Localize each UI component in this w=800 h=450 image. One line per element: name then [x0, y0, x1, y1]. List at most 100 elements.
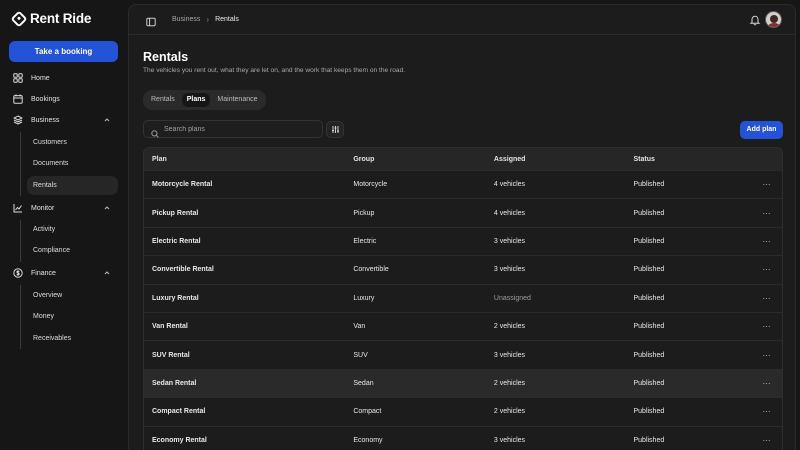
sidebar-item-monitor[interactable]: Monitor: [13, 200, 117, 216]
sidebar-item-label: Finance: [31, 269, 56, 277]
sidebar-item-documents[interactable]: Documents: [27, 154, 118, 173]
table-row[interactable]: Electric Rental Electric 3 vehicles Publish…: [144, 226, 782, 256]
filter-button[interactable]: [326, 121, 344, 138]
plan-cell: Pickup Rental: [152, 209, 199, 217]
row-actions-button[interactable]: ···: [751, 379, 782, 388]
table-row[interactable]: Economy Rental Economy 3 vehicles Published…: [144, 425, 782, 450]
table-row[interactable]: Van Rental Van 2 vehicles Published ···: [144, 311, 782, 341]
assigned-cell: 3 vehicles: [493, 351, 526, 359]
sidebar-item-money[interactable]: Money: [27, 307, 118, 326]
submenu-line: [20, 132, 21, 196]
add-plan-button[interactable]: Add plan: [740, 121, 783, 139]
sidebar-item-label: Monitor: [31, 204, 55, 212]
row-actions-button[interactable]: ···: [751, 436, 782, 445]
sidebar-item-bookings[interactable]: Bookings: [13, 91, 117, 107]
chevron-up-icon[interactable]: [103, 204, 111, 212]
bell-icon[interactable]: [749, 13, 761, 26]
table-row[interactable]: Sedan Rental Sedan 2 vehicles Published ···: [144, 368, 782, 398]
app-logo[interactable]: Rent Ride: [10, 10, 92, 27]
tab-rentals[interactable]: Rentals: [146, 93, 180, 107]
sidebar-item-overview[interactable]: Overview: [27, 286, 118, 305]
search-icon: [151, 125, 159, 138]
plan-cell: Van Rental: [152, 323, 188, 331]
assigned-cell: 3 vehicles: [493, 436, 526, 444]
search-box: [143, 120, 323, 138]
page-title: Rentals: [143, 50, 189, 64]
search-input[interactable]: [164, 125, 314, 133]
app-name: Rent Ride: [30, 11, 92, 26]
submenu-line: [20, 220, 21, 262]
row-actions-button[interactable]: ···: [751, 180, 782, 189]
plan-cell: Luxury Rental: [152, 294, 199, 302]
plan-cell: Compact Rental: [152, 408, 206, 416]
row-actions-button[interactable]: ···: [751, 351, 782, 360]
column-header-group[interactable]: Group: [347, 156, 488, 163]
chevron-right-icon: ›: [206, 15, 210, 24]
avatar[interactable]: [765, 11, 782, 28]
row-actions-button[interactable]: ···: [751, 209, 782, 218]
column-header-assigned[interactable]: Assigned: [488, 156, 628, 163]
top-bar: Business › Rentals: [129, 5, 795, 35]
plan-cell: Electric Rental: [152, 237, 201, 245]
plan-cell: Sedan Rental: [152, 379, 197, 387]
group-cell: Convertible: [353, 266, 389, 274]
column-header-plan[interactable]: Plan: [144, 156, 347, 163]
sidebar: Rent Ride Take a booking Home Bookings B…: [0, 0, 128, 450]
sidebar-item-home[interactable]: Home: [13, 70, 117, 86]
table-row[interactable]: Convertible Rental Convertible 3 vehicles P…: [144, 255, 782, 284]
assigned-cell: 2 vehicles: [493, 379, 526, 387]
sidebar-item-finance[interactable]: Finance: [13, 265, 117, 281]
breadcrumb: Business › Rentals: [172, 15, 239, 24]
group-cell: Luxury: [353, 294, 375, 302]
group-cell: Economy: [353, 436, 383, 444]
group-cell: Pickup: [353, 209, 375, 217]
table-row[interactable]: Pickup Rental Pickup 4 vehicles Published ··…: [144, 198, 782, 227]
sidebar-item-activity[interactable]: Activity: [27, 220, 118, 239]
sidebar-item-receivables[interactable]: Receivables: [27, 329, 118, 348]
row-actions-button[interactable]: ···: [751, 294, 782, 303]
group-cell: Motorcycle: [353, 181, 388, 189]
sidebar-item-customers[interactable]: Customers: [27, 133, 118, 152]
tab-group: Rentals Plans Maintenance: [143, 90, 266, 110]
group-cell: SUV: [353, 351, 368, 359]
row-actions-button[interactable]: ···: [751, 407, 782, 416]
dollar-icon: [13, 268, 23, 278]
group-cell: Electric: [353, 237, 377, 245]
sidebar-item-compliance[interactable]: Compliance: [27, 241, 118, 260]
sidebar-item-rentals[interactable]: Rentals: [27, 176, 118, 195]
main-panel: Business › Rentals Rentals The vehicles …: [128, 4, 796, 450]
breadcrumb-business[interactable]: Business: [172, 16, 200, 23]
table-row[interactable]: SUV Rental SUV 3 vehicles Published ···: [144, 340, 782, 369]
table-header: Plan Group Assigned Status: [144, 148, 782, 170]
take-booking-button[interactable]: Take a booking: [9, 41, 118, 62]
tab-maintenance[interactable]: Maintenance: [212, 93, 262, 107]
row-actions-button[interactable]: ···: [751, 237, 782, 246]
plan-cell: Convertible Rental: [152, 266, 214, 274]
assigned-cell: 3 vehicles: [493, 266, 526, 274]
breadcrumb-rentals: Rentals: [215, 16, 239, 23]
plan-cell: SUV Rental: [152, 351, 190, 359]
chevron-up-icon[interactable]: [103, 116, 111, 124]
assigned-cell: 2 vehicles: [493, 408, 526, 416]
sidebar-item-business[interactable]: Business: [13, 112, 117, 128]
column-header-status[interactable]: Status: [627, 156, 751, 163]
table-row[interactable]: Compact Rental Compact 2 vehicles Published…: [144, 397, 782, 426]
table-row[interactable]: Motorcycle Rental Motorcycle 4 vehicles Pub…: [144, 170, 782, 199]
row-actions-button[interactable]: ···: [751, 265, 782, 274]
assigned-cell: 2 vehicles: [493, 323, 526, 331]
status-cell: Published: [633, 237, 665, 245]
tab-plans[interactable]: Plans: [181, 93, 211, 107]
sidebar-toggle-icon[interactable]: [146, 14, 156, 27]
status-cell: Published: [633, 294, 665, 302]
calendar-icon: [13, 94, 23, 104]
sliders-icon: [331, 121, 340, 139]
table-body: Motorcycle Rental Motorcycle 4 vehicles Pub…: [144, 170, 782, 450]
group-cell: Compact: [353, 408, 382, 416]
row-actions-button[interactable]: ···: [751, 322, 782, 331]
submenu-line: [20, 285, 21, 349]
table-row[interactable]: Luxury Rental Luxury Unassigned Published ··…: [144, 283, 782, 312]
chevron-up-icon[interactable]: [103, 269, 111, 277]
sidebar-item-label: Bookings: [31, 95, 60, 103]
assigned-cell: 4 vehicles: [493, 181, 526, 189]
group-cell: Sedan: [353, 379, 374, 387]
